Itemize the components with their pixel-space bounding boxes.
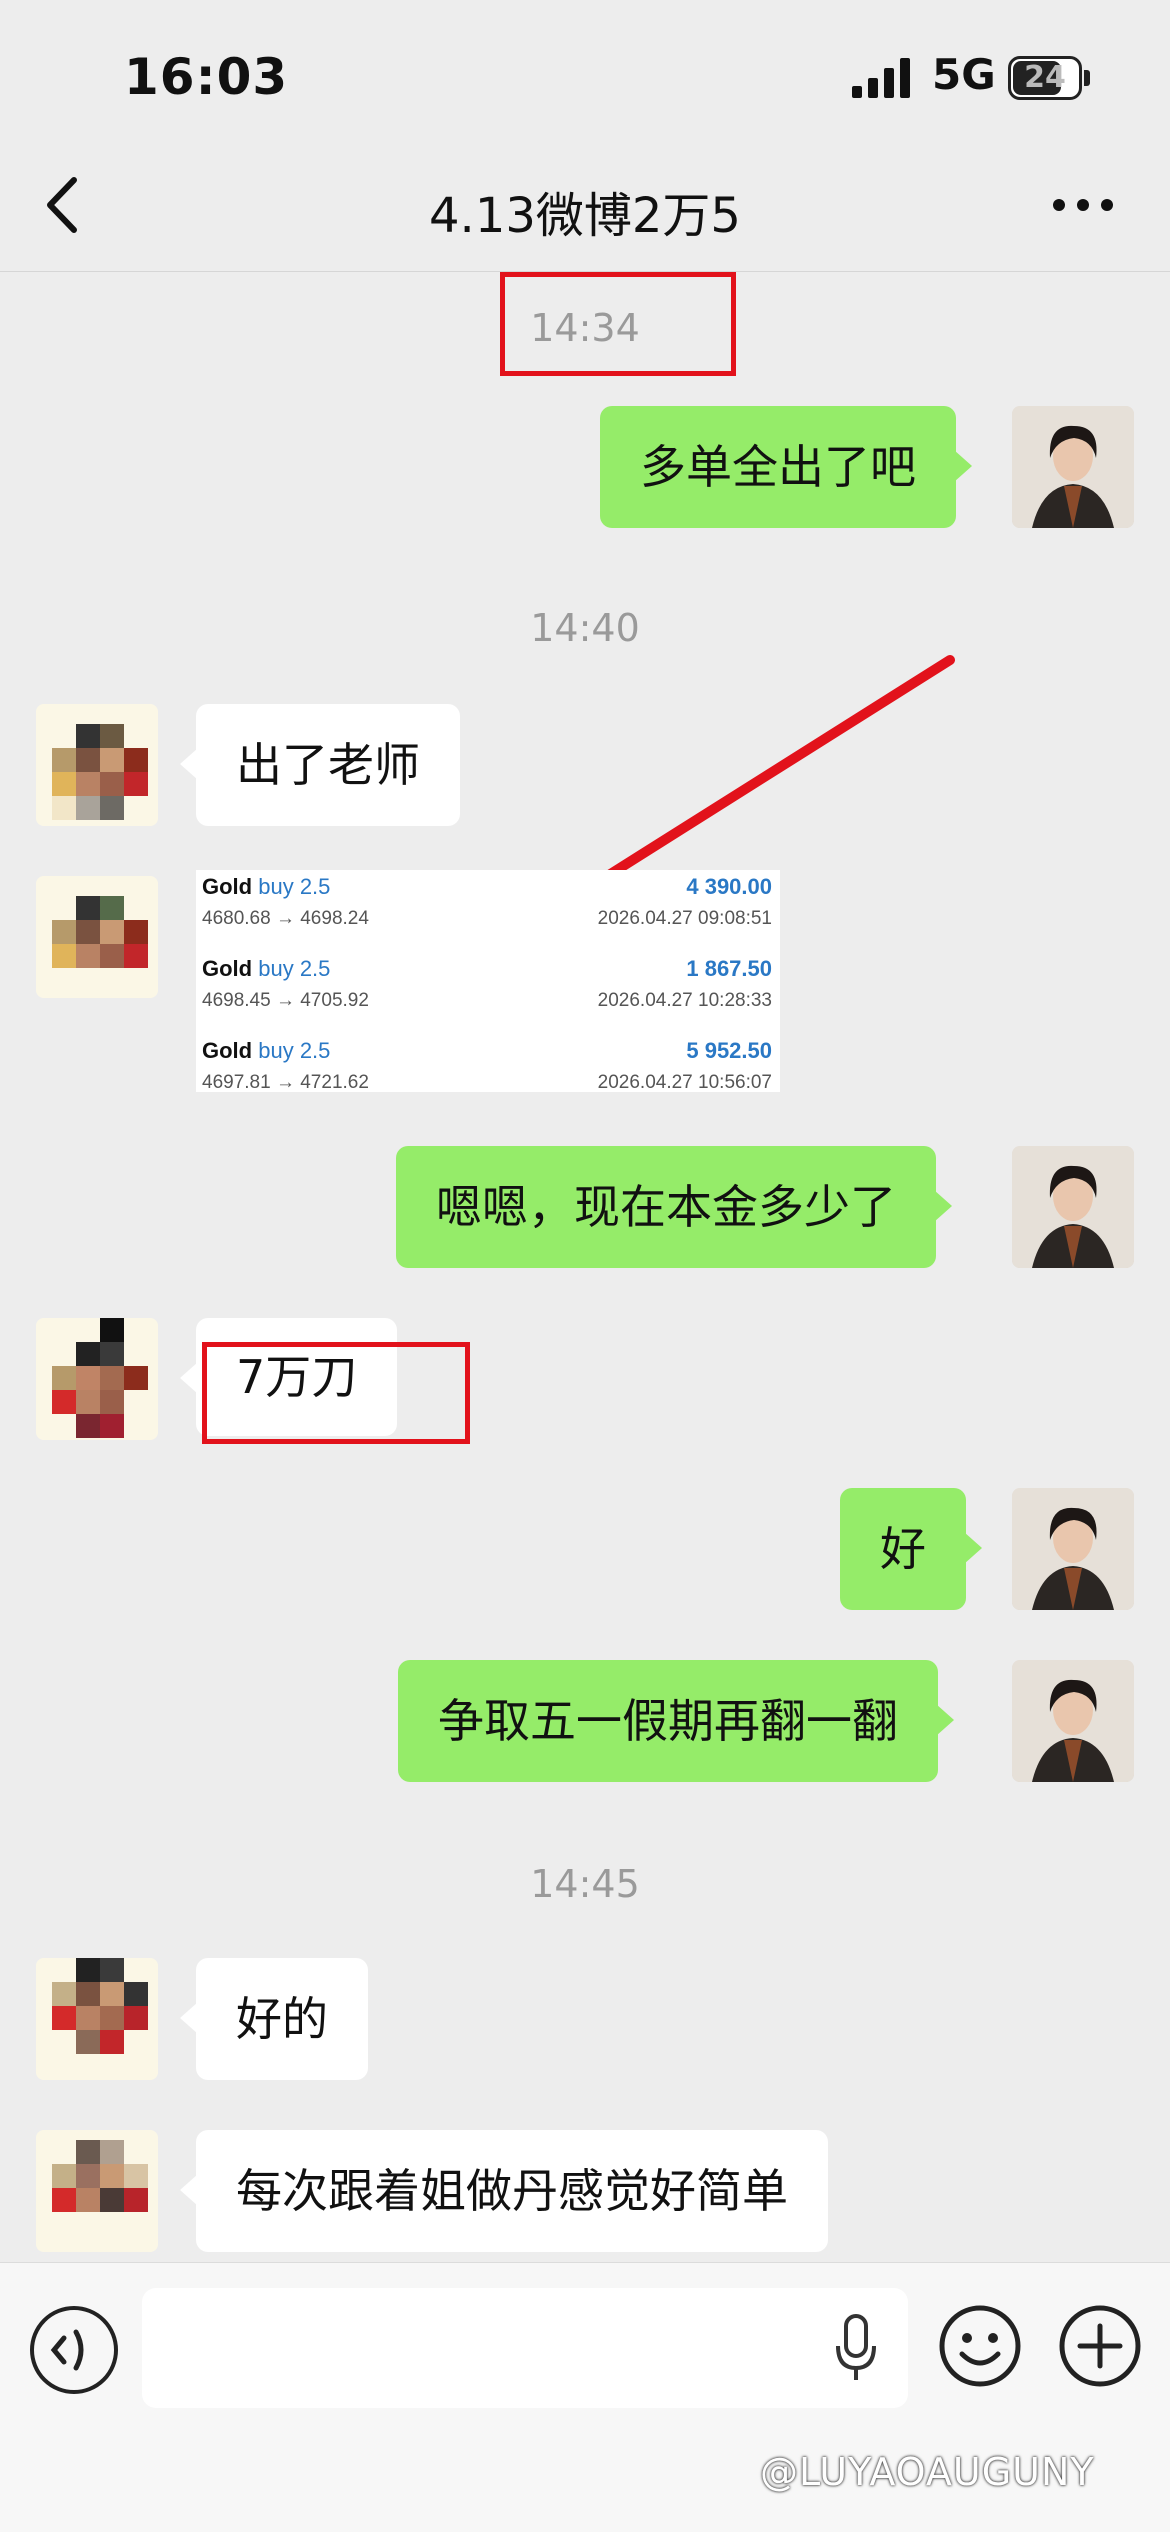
- avatar-portrait-icon: [1012, 406, 1134, 528]
- more-options-icon[interactable]: [1052, 198, 1114, 212]
- chat-title: 4.13微博2万5: [429, 188, 741, 244]
- contact-avatar[interactable]: [36, 1318, 158, 1440]
- trade-side: buy 2.5: [258, 1038, 331, 1063]
- trade-profit: 4 390.00: [686, 874, 772, 899]
- highlight-box: [500, 272, 736, 376]
- trade-prices: 4697.81 → 4721.62: [202, 1072, 369, 1093]
- battery-icon: 24: [1008, 56, 1082, 100]
- battery-tip: [1084, 70, 1090, 86]
- trade-side: buy 2.5: [258, 956, 331, 981]
- contact-avatar[interactable]: [36, 2130, 158, 2252]
- trade-symbol: Gold: [202, 1038, 253, 1063]
- message-input[interactable]: [142, 2288, 908, 2408]
- my-avatar[interactable]: [1012, 1146, 1134, 1268]
- avatar-portrait-icon: [1012, 1146, 1134, 1268]
- my-avatar[interactable]: [1012, 1488, 1134, 1610]
- pixelated-avatar-icon: [36, 876, 158, 998]
- status-time: 16:03: [124, 48, 289, 106]
- trade-side: buy 2.5: [258, 874, 331, 899]
- trade-profit: 5 952.50: [686, 1038, 772, 1063]
- my-message-bubble[interactable]: 多单全出了吧: [600, 406, 972, 528]
- voice-wave-icon: [50, 2329, 84, 2371]
- microphone-icon[interactable]: [834, 2312, 878, 2384]
- trade-prices: 4698.45 → 4705.92: [202, 990, 369, 1011]
- contact-message-bubble[interactable]: 每次跟着姐做丹感觉好简单: [180, 2130, 828, 2252]
- trade-row: Gold buy 2.5 5 952.50 4697.81 → 4721.62 …: [196, 1036, 780, 1110]
- my-message-bubble[interactable]: 争取五一假期再翻一翻: [398, 1660, 954, 1782]
- emoji-icon[interactable]: [938, 2304, 1022, 2388]
- trade-date: 2026.04.27 10:28:33: [597, 990, 772, 1011]
- contact-message-bubble[interactable]: 好的: [180, 1958, 368, 2080]
- my-message-bubble[interactable]: 好: [840, 1488, 982, 1610]
- network-type: 5G: [932, 50, 996, 99]
- trade-date: 2026.04.27 09:08:51: [597, 908, 772, 929]
- signal-icon: [852, 58, 910, 98]
- plus-icon[interactable]: [1058, 2304, 1142, 2388]
- contact-avatar[interactable]: [36, 704, 158, 826]
- avatar-portrait-icon: [1012, 1488, 1134, 1610]
- pixelated-avatar-icon: [36, 1958, 158, 2080]
- trade-symbol: Gold: [202, 956, 253, 981]
- my-message-bubble[interactable]: 嗯嗯，现在本金多少了: [396, 1146, 952, 1268]
- trade-symbol: Gold: [202, 874, 253, 899]
- contact-avatar[interactable]: [36, 876, 158, 998]
- trade-prices: 4680.68 → 4698.24: [202, 908, 369, 929]
- battery-level: 24: [1024, 60, 1066, 95]
- timestamp: 14:45: [530, 1862, 640, 1906]
- highlight-box: [202, 1342, 470, 1444]
- trade-profit: 1 867.50: [686, 956, 772, 981]
- contact-message-bubble[interactable]: 出了老师: [180, 704, 460, 826]
- trade-history-image[interactable]: Gold buy 2.5 4 390.00 4680.68 → 4698.24 …: [196, 870, 780, 1093]
- watermark: @LUYAOAUGUNY: [760, 2450, 1095, 2494]
- contact-avatar[interactable]: [36, 1958, 158, 2080]
- pixelated-avatar-icon: [36, 1318, 158, 1440]
- pixelated-avatar-icon: [36, 704, 158, 826]
- avatar-portrait-icon: [1012, 1660, 1134, 1782]
- my-avatar[interactable]: [1012, 406, 1134, 528]
- trade-row: Gold buy 2.5 1 867.50 4698.45 → 4705.92 …: [196, 954, 780, 1028]
- voice-toggle-button[interactable]: [30, 2306, 118, 2394]
- my-avatar[interactable]: [1012, 1660, 1134, 1782]
- trade-date: 2026.04.27 10:56:07: [597, 1072, 772, 1093]
- pixelated-avatar-icon: [36, 2130, 158, 2252]
- trade-row: Gold buy 2.5 4 390.00 4680.68 → 4698.24 …: [196, 872, 780, 946]
